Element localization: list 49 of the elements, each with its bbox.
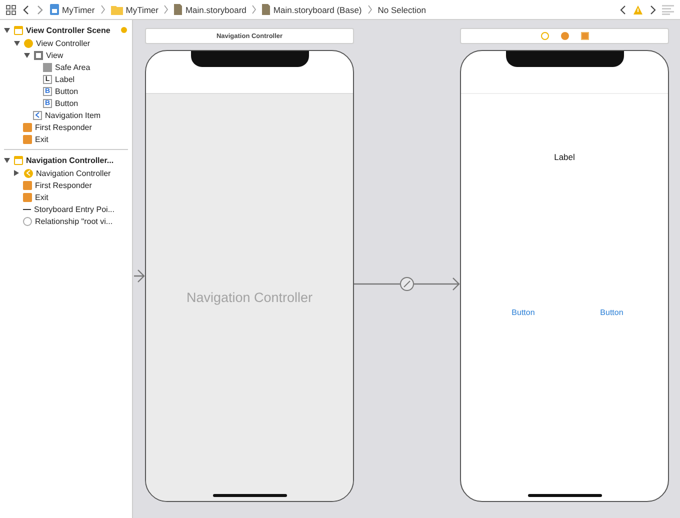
label[interactable]: Label — [554, 152, 575, 162]
project-icon — [50, 4, 59, 15]
outline-item[interactable]: Navigation Controller... — [26, 156, 114, 164]
outline-item[interactable]: Navigation Item — [45, 110, 101, 120]
button[interactable]: Button — [600, 308, 624, 317]
view-controller-icon — [24, 38, 33, 48]
outline-item[interactable]: Label — [55, 74, 75, 84]
chevron-icon — [100, 5, 105, 14]
safe-area-icon — [43, 62, 52, 72]
breadcrumb-item[interactable]: MyTimer — [126, 4, 158, 14]
chevron-icon — [164, 5, 168, 14]
folder-icon — [110, 4, 123, 14]
scene-icon — [14, 156, 23, 164]
file-icon — [262, 4, 270, 15]
outline-item[interactable]: Button — [55, 86, 78, 96]
grid-icon[interactable] — [6, 4, 16, 14]
outline-item[interactable]: Storyboard Entry Poi... — [34, 204, 114, 214]
outline-item[interactable]: First Responder — [35, 122, 92, 132]
outline-item[interactable]: Exit — [35, 134, 48, 144]
phone-frame[interactable]: Label Button Button — [460, 50, 669, 502]
file-icon — [174, 4, 182, 15]
disclosure-triangle[interactable] — [14, 170, 19, 176]
outline-item[interactable]: Exit — [35, 192, 48, 202]
outline-item[interactable]: View Controller Scene — [26, 26, 110, 34]
circle-icon — [121, 27, 127, 33]
chevron-icon — [368, 5, 372, 14]
button[interactable]: Button — [512, 308, 535, 317]
scene-icon — [14, 26, 23, 34]
outline-item[interactable]: Button — [55, 98, 78, 108]
outline-item[interactable]: View — [46, 50, 64, 60]
entry-arrow — [134, 269, 145, 283]
forward-icon[interactable] — [649, 4, 656, 14]
relationship-icon — [23, 216, 32, 226]
navigation-item-icon — [33, 110, 42, 120]
back-icon[interactable] — [22, 4, 30, 14]
outline-item[interactable]: Safe Area — [55, 62, 90, 72]
outline-item[interactable]: View Controller — [36, 38, 90, 48]
outline-item[interactable]: First Responder — [35, 180, 92, 190]
breadcrumb-item[interactable]: Main.storyboard (Base) — [273, 4, 362, 14]
placeholder-title: Navigation Controller — [186, 290, 313, 305]
navigation-controller-icon — [24, 168, 33, 178]
chevron-icon — [252, 5, 256, 14]
back-icon[interactable] — [620, 4, 627, 14]
outline-item[interactable]: Navigation Controller — [36, 168, 111, 178]
breadcrumb-item[interactable]: Main.storyboard — [185, 4, 246, 14]
outline-item[interactable]: Relationship "root vi... — [35, 216, 113, 226]
breadcrumb-item[interactable]: MyTimer — [62, 4, 95, 14]
view-icon — [34, 50, 43, 60]
breadcrumb-item[interactable]: No Selection — [378, 4, 426, 14]
